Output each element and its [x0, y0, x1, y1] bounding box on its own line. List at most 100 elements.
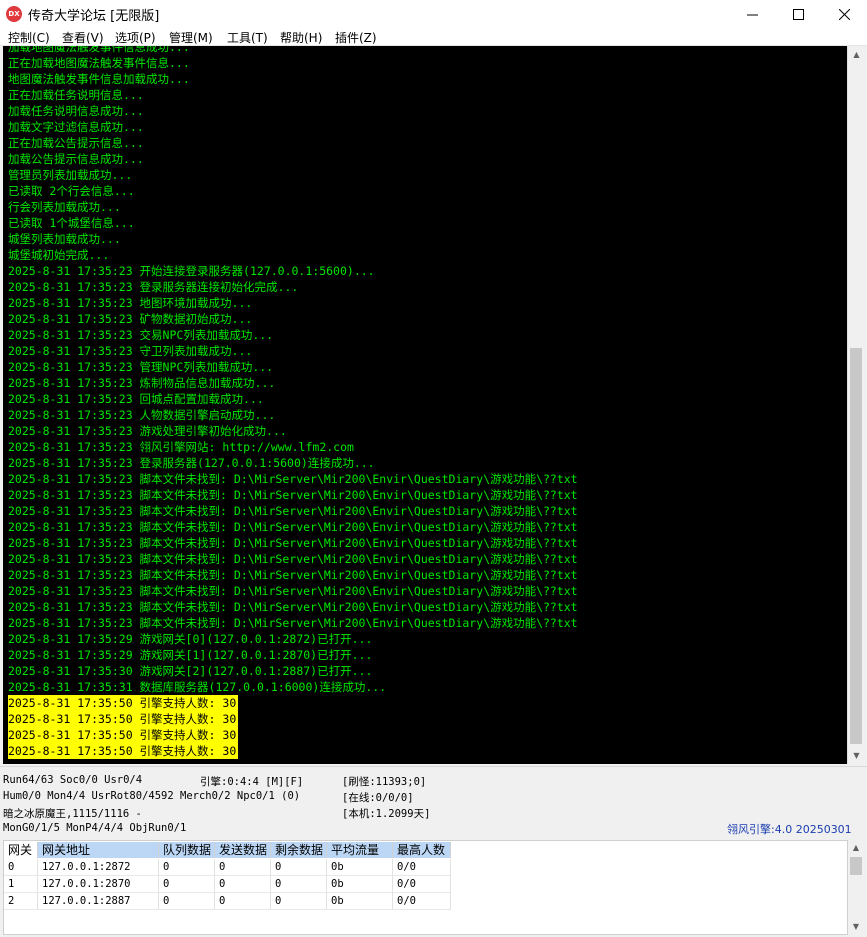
- hum-stats: Hum0/0 Mon4/4 UsrRot80/4592 Merch0/2 Npc…: [3, 790, 301, 802]
- log-line: 已读取 1个城堡信息...: [8, 216, 135, 230]
- log-line: 2025-8-31 17:35:50 引擎支持人数: 30: [8, 727, 239, 743]
- log-line: 行会列表加载成功...: [8, 200, 121, 214]
- log-line: 地图魔法触发事件信息加载成功...: [8, 72, 190, 86]
- app-logo-icon: DX: [6, 6, 22, 22]
- log-line: 2025-8-31 17:35:23 回城点配置加载成功...: [8, 392, 264, 406]
- table-cell: 0: [271, 893, 327, 910]
- maximize-button[interactable]: [775, 0, 821, 28]
- log-line: 2025-8-31 17:35:23 登录服务器连接初始化完成...: [8, 280, 299, 294]
- column-header[interactable]: 队列数据: [159, 842, 215, 858]
- gateway-table[interactable]: 网关 网关地址 队列数据 发送数据 剩余数据 平均流量 最高人数 0 127.0.0.1:287…: [3, 840, 848, 935]
- table-cell: 0: [159, 893, 215, 910]
- log-line: 加载公告提示信息成功...: [8, 152, 144, 166]
- log-line: 加载任务说明信息成功...: [8, 104, 144, 118]
- local-uptime: [本机:1.2099天]: [342, 808, 431, 820]
- column-header[interactable]: 网关地址: [38, 842, 159, 858]
- log-line: 2025-8-31 17:35:23 游戏处理引擎初始化成功...: [8, 424, 287, 438]
- log-line: 城堡城初始完成...: [8, 248, 110, 262]
- log-line: 2025-8-31 17:35:23 脚本文件未找到: D:\MirServer…: [8, 584, 578, 598]
- column-header[interactable]: 平均流量: [327, 842, 393, 858]
- table-cell: 0/0: [393, 876, 451, 893]
- log-line: 2025-8-31 17:35:23 脚本文件未找到: D:\MirServer…: [8, 568, 578, 582]
- minimize-button[interactable]: [729, 0, 775, 28]
- table-cell: 127.0.0.1:2887: [38, 893, 159, 910]
- log-line: 2025-8-31 17:35:23 脚本文件未找到: D:\MirServer…: [8, 600, 578, 614]
- log-line: 2025-8-31 17:35:50 引擎支持人数: 30: [8, 711, 239, 727]
- table-cell: 0: [271, 859, 327, 876]
- engine-stats: 引擎:0:4:4 [M][F]: [200, 776, 304, 788]
- table-cell: 0b: [327, 876, 393, 893]
- log-line: 2025-8-31 17:35:23 交易NPC列表加载成功...: [8, 328, 274, 342]
- log-line: 2025-8-31 17:35:31 数据库服务器(127.0.0.1:6000…: [8, 680, 387, 694]
- log-console[interactable]: 加载地图魔法触发事件信息成功... 正在加载地图魔法触发事件信息... 地图魔法触发…: [3, 46, 847, 764]
- column-header[interactable]: 发送数据: [215, 842, 271, 858]
- table-cell: 0: [159, 859, 215, 876]
- log-line: 2025-8-31 17:35:30 游戏网关[2](127.0.0.1:288…: [8, 664, 373, 678]
- table-cell: 1: [4, 876, 38, 893]
- grid-scrollbar-thumb[interactable]: [850, 857, 862, 875]
- menu-tools[interactable]: 工具(T): [227, 29, 268, 46]
- grid-scroll-up-arrow-icon[interactable]: ▲: [848, 840, 864, 856]
- menu-control[interactable]: 控制(C): [8, 29, 50, 46]
- log-line: 2025-8-31 17:35:23 脚本文件未找到: D:\MirServer…: [8, 616, 578, 630]
- menu-help[interactable]: 帮助(H): [280, 29, 322, 46]
- grid-scroll-down-arrow-icon[interactable]: ▼: [848, 919, 864, 935]
- log-line: 2025-8-31 17:35:23 脚本文件未找到: D:\MirServer…: [8, 552, 578, 566]
- log-line: 加载文字过滤信息成功...: [8, 120, 144, 134]
- menu-manage[interactable]: 管理(M): [169, 29, 213, 46]
- window-title: 传奇大学论坛 [无限版]: [28, 9, 160, 24]
- boss-info: 暗之冰原魔王,1115/1116 -: [3, 808, 142, 820]
- table-cell: 127.0.0.1:2872: [38, 859, 159, 876]
- table-cell: 0: [271, 876, 327, 893]
- menu-bar: 控制(C) 查看(V) 选项(P) 管理(M) 工具(T) 帮助(H) 插件(Z…: [0, 28, 867, 46]
- menu-plugins[interactable]: 插件(Z): [335, 29, 377, 46]
- log-line: 2025-8-31 17:35:29 游戏网关[1](127.0.0.1:287…: [8, 648, 373, 662]
- table-cell: 0: [215, 859, 271, 876]
- minimize-icon: [746, 14, 758, 15]
- log-line: 2025-8-31 17:35:23 脚本文件未找到: D:\MirServer…: [8, 488, 578, 502]
- scroll-up-arrow-icon[interactable]: ▲: [848, 46, 865, 63]
- table-cell: 0: [159, 876, 215, 893]
- log-line: 2025-8-31 17:35:23 脚本文件未找到: D:\MirServer…: [8, 520, 578, 534]
- log-line: 2025-8-31 17:35:23 守卫列表加载成功...: [8, 344, 253, 358]
- scrollbar-thumb[interactable]: [850, 348, 862, 744]
- log-line: 2025-8-31 17:35:23 地图环境加载成功...: [8, 296, 253, 310]
- gateway-scrollbar[interactable]: ▲ ▼: [848, 840, 864, 935]
- maximize-icon: [792, 8, 804, 20]
- log-scrollbar[interactable]: ▲ ▼: [847, 46, 864, 764]
- table-cell: 0: [215, 876, 271, 893]
- mon-stats: MonG0/1/5 MonP4/4/4 ObjRun0/1: [3, 822, 187, 834]
- menu-view[interactable]: 查看(V): [62, 29, 104, 46]
- log-line: 2025-8-31 17:35:23 脚本文件未找到: D:\MirServer…: [8, 504, 578, 518]
- log-line: 2025-8-31 17:35:23 管理NPC列表加载成功...: [8, 360, 274, 374]
- table-cell: 127.0.0.1:2870: [38, 876, 159, 893]
- log-line: 正在加载地图魔法触发事件信息...: [8, 56, 190, 70]
- table-cell: 0: [4, 859, 38, 876]
- log-line: 2025-8-31 17:35:50 引擎支持人数: 30: [8, 743, 239, 759]
- log-line: 2025-8-31 17:35:23 翎风引擎网站: http://www.lf…: [8, 440, 354, 454]
- close-button[interactable]: [821, 0, 867, 28]
- table-cell: 0: [215, 893, 271, 910]
- online-stats: [在线:0/0/0]: [342, 792, 414, 804]
- log-line: 城堡列表加载成功...: [8, 232, 121, 246]
- log-line: 2025-8-31 17:35:23 炼制物品信息加载成功...: [8, 376, 276, 390]
- log-line: 2025-8-31 17:35:29 游戏网关[0](127.0.0.1:287…: [8, 632, 373, 646]
- log-line: 2025-8-31 17:35:23 脚本文件未找到: D:\MirServer…: [8, 536, 578, 550]
- column-header[interactable]: 最高人数: [393, 842, 451, 858]
- log-line: 2025-8-31 17:35:23 开始连接登录服务器(127.0.0.1:5…: [8, 264, 375, 278]
- engine-version: 翎风引擎:4.0 20250301: [727, 823, 852, 836]
- run-stats: Run64/63 Soc0/0 Usr0/4: [3, 774, 143, 786]
- table-cell: 0/0: [393, 859, 451, 876]
- status-panel: Run64/63 Soc0/0 Usr0/4 引擎:0:4:4 [M][F] […: [0, 766, 867, 840]
- column-header[interactable]: 剩余数据: [271, 842, 327, 858]
- refresh-stats: [刷怪:11393;0]: [342, 776, 427, 788]
- log-line: 正在加载公告提示信息...: [8, 136, 144, 150]
- log-line: 加载地图魔法触发事件信息成功...: [8, 46, 190, 54]
- log-line: 已读取 2个行会信息...: [8, 184, 135, 198]
- close-icon: [838, 8, 850, 20]
- log-line: 2025-8-31 17:35:23 登录服务器(127.0.0.1:5600)…: [8, 456, 375, 470]
- column-header[interactable]: 网关: [4, 842, 38, 858]
- scroll-down-arrow-icon[interactable]: ▼: [848, 747, 865, 764]
- log-line: 2025-8-31 17:35:50 引擎支持人数: 30: [8, 695, 239, 711]
- menu-options[interactable]: 选项(P): [115, 29, 156, 46]
